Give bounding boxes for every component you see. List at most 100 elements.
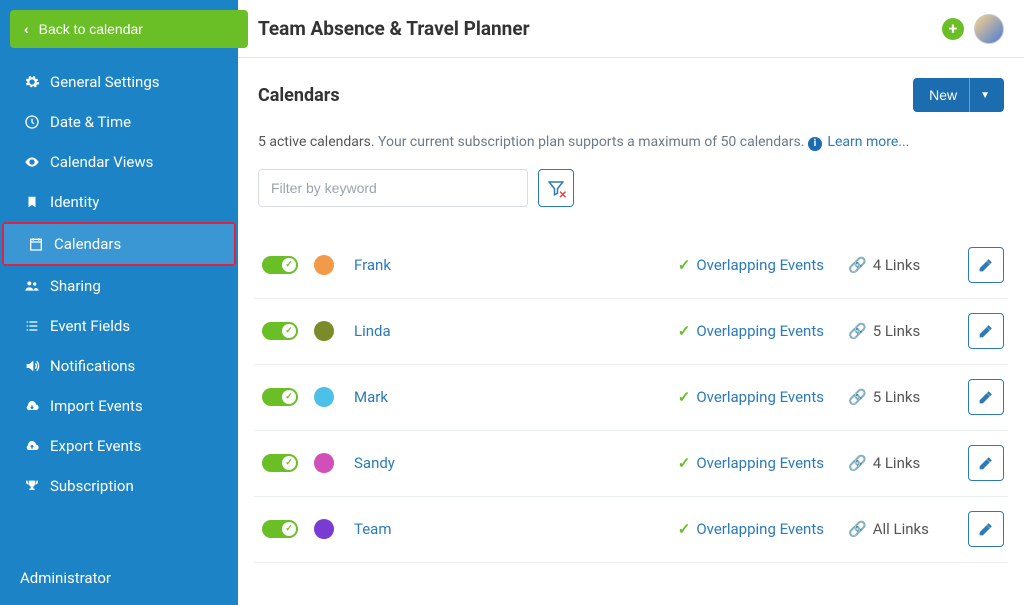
overlapping-events-link[interactable]: ✓ Overlapping Events (678, 388, 824, 406)
overlapping-label: Overlapping Events (696, 322, 824, 340)
sidebar-item-label: Calendars (54, 235, 121, 253)
sidebar-item-notifications[interactable]: Notifications (0, 346, 238, 386)
color-swatch[interactable] (314, 453, 334, 473)
sidebar-item-general-settings[interactable]: General Settings (0, 62, 238, 102)
edit-button[interactable] (968, 313, 1004, 349)
sidebar-item-date-time[interactable]: Date & Time (0, 102, 238, 142)
sidebar-item-label: Import Events (50, 397, 143, 415)
caret-down-icon[interactable]: ▼ (969, 78, 1000, 112)
links-text: 4 Links (873, 256, 921, 274)
sidebar-item-label: Calendar Views (50, 153, 153, 171)
sidebar-item-calendars[interactable]: Calendars (4, 224, 234, 264)
calendar-name-link[interactable]: Linda (354, 322, 391, 340)
enable-toggle[interactable]: ✓ (262, 256, 298, 274)
links-cell: 🔗4 Links (848, 454, 958, 472)
overlapping-events-link[interactable]: ✓ Overlapping Events (678, 256, 824, 274)
plan-note: Your current subscription plan supports … (378, 134, 804, 150)
links-text: All Links (873, 520, 929, 538)
check-icon: ✓ (678, 388, 691, 406)
calendar-row: ✓ Team ✓Overlapping Events 🔗 All Links (254, 497, 1008, 563)
calendar-name-link[interactable]: Sandy (354, 454, 395, 472)
enable-toggle[interactable]: ✓ (262, 322, 298, 340)
link-icon: 🔗 (848, 520, 867, 538)
color-swatch[interactable] (314, 255, 334, 275)
app-title: Team Absence & Travel Planner (258, 17, 530, 40)
sidebar-item-label: Identity (50, 193, 99, 211)
header: Team Absence & Travel Planner + (238, 0, 1024, 58)
calendar-name-link[interactable]: Team (354, 520, 392, 538)
sidebar-footer-role[interactable]: Administrator (0, 551, 238, 605)
cloud-up-icon (20, 438, 44, 454)
overlapping-events-link[interactable]: ✓ Overlapping Events (678, 322, 824, 340)
gear-icon (20, 74, 44, 90)
sidebar-item-event-fields[interactable]: Event Fields (0, 306, 238, 346)
calendar-icon (24, 236, 48, 252)
calendar-row: ✓ Frank ✓ Overlapping Events 🔗 4 Links (254, 233, 1008, 299)
sidebar-item-label: Date & Time (50, 113, 131, 131)
check-icon: ✓ (678, 256, 691, 274)
trophy-icon (20, 478, 44, 494)
color-swatch[interactable] (314, 519, 334, 539)
edit-button[interactable] (968, 379, 1004, 415)
link-icon: 🔗 (848, 256, 867, 274)
new-calendar-button[interactable]: New ▼ (913, 78, 1004, 112)
plan-meta: 5 active calendars. Your current subscri… (254, 134, 1008, 151)
sidebar-item-label: Sharing (50, 277, 101, 295)
sidebar-item-label: Export Events (50, 437, 141, 455)
calendar-row: ✓ Sandy ✓Overlapping Events 🔗4 Links (254, 431, 1008, 497)
calendar-name-link[interactable]: Frank (354, 256, 391, 274)
page-heading: Calendars (258, 85, 340, 106)
group-icon (20, 278, 44, 294)
sound-icon (20, 358, 44, 374)
clear-filter-button[interactable]: ✕ (538, 169, 574, 207)
info-icon[interactable]: i (808, 137, 822, 151)
chevron-left-icon: ‹ (24, 21, 29, 37)
calendar-name-link[interactable]: Mark (354, 388, 388, 406)
links-cell: 🔗 4 Links (848, 256, 958, 274)
edit-button[interactable] (968, 511, 1004, 547)
sidebar-item-label: Event Fields (50, 317, 130, 335)
links-cell: 🔗 All Links (848, 520, 958, 538)
color-swatch[interactable] (314, 387, 334, 407)
bookmark-icon (20, 194, 44, 210)
check-icon: ✓ (678, 322, 691, 340)
sidebar-item-label: Notifications (50, 357, 135, 375)
check-icon: ✓ (678, 520, 691, 538)
sidebar-item-calendar-views[interactable]: Calendar Views (0, 142, 238, 182)
link-icon: 🔗 (848, 388, 867, 406)
edit-button[interactable] (968, 445, 1004, 481)
overlapping-label: Overlapping Events (696, 256, 824, 274)
sidebar-item-sharing[interactable]: Sharing (0, 266, 238, 306)
sidebar-nav: General Settings Date & Time Calendar View… (0, 62, 238, 506)
cloud-down-icon (20, 398, 44, 414)
learn-more-link[interactable]: Learn more... (827, 134, 909, 150)
filter-input[interactable] (258, 169, 528, 207)
links-text: 5 Links (873, 388, 921, 406)
sidebar-item-label: Subscription (50, 477, 134, 495)
sidebar-item-identity[interactable]: Identity (0, 182, 238, 222)
color-swatch[interactable] (314, 321, 334, 341)
sidebar-item-export-events[interactable]: Export Events (0, 426, 238, 466)
avatar[interactable] (974, 14, 1004, 44)
edit-button[interactable] (968, 247, 1004, 283)
list-icon (20, 318, 44, 334)
links-cell: 🔗5 Links (848, 322, 958, 340)
sidebar-item-subscription[interactable]: Subscription (0, 466, 238, 506)
back-label: Back to calendar (39, 21, 143, 37)
clear-x-icon: ✕ (559, 190, 567, 201)
back-to-calendar-button[interactable]: ‹ Back to calendar (10, 10, 248, 48)
new-button-label: New (929, 87, 957, 103)
enable-toggle[interactable]: ✓ (262, 454, 298, 472)
sidebar-item-label: General Settings (50, 73, 160, 91)
enable-toggle[interactable]: ✓ (262, 388, 298, 406)
sidebar: ‹ Back to calendar General Settings Date … (0, 0, 238, 605)
calendar-row: ✓ Linda ✓ Overlapping Events 🔗5 Links (254, 299, 1008, 365)
overlapping-label: Overlapping Events (696, 388, 824, 406)
add-button[interactable]: + (942, 18, 964, 40)
link-icon: 🔗 (848, 454, 867, 472)
overlapping-events-link[interactable]: ✓Overlapping Events (678, 520, 824, 538)
enable-toggle[interactable]: ✓ (262, 520, 298, 538)
overlapping-events-link[interactable]: ✓Overlapping Events (678, 454, 824, 472)
sidebar-item-import-events[interactable]: Import Events (0, 386, 238, 426)
links-text: 5 Links (873, 322, 921, 340)
